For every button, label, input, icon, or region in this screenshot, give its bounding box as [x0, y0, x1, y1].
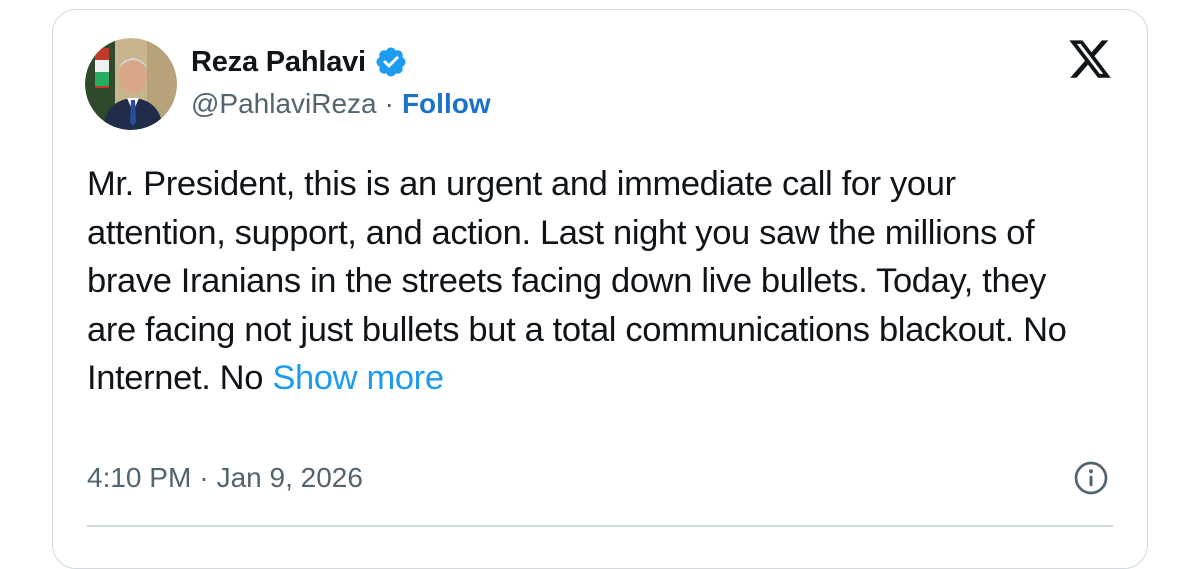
- author-name[interactable]: Reza Pahlavi: [191, 46, 366, 79]
- avatar-image: [85, 38, 177, 130]
- author-handle-row: @PahlaviReza · Follow: [191, 84, 491, 124]
- x-logo-icon[interactable]: [1067, 36, 1113, 82]
- tweet-body: Mr. President, this is an urgent and imm…: [87, 160, 1097, 403]
- author-name-row: Reza Pahlavi: [191, 42, 408, 82]
- verified-badge-icon: [374, 45, 408, 79]
- tweet-card: Reza Pahlavi @PahlaviReza · Follow Mr. P…: [52, 9, 1148, 569]
- avatar[interactable]: [85, 38, 177, 130]
- handle-separator: ·: [384, 88, 394, 119]
- meta-separator: ·: [199, 462, 209, 493]
- tweet-text: Mr. President, this is an urgent and imm…: [87, 165, 1067, 397]
- tweet-time[interactable]: 4:10 PM: [87, 462, 191, 494]
- show-more-link[interactable]: Show more: [272, 359, 444, 397]
- info-icon[interactable]: [1073, 460, 1109, 496]
- tweet-date[interactable]: Jan 9, 2026: [217, 462, 363, 494]
- author-handle[interactable]: @PahlaviReza: [191, 88, 377, 120]
- tweet-meta: 4:10 PM · Jan 9, 2026: [87, 458, 363, 498]
- follow-button[interactable]: Follow: [402, 88, 491, 120]
- divider: [87, 525, 1113, 527]
